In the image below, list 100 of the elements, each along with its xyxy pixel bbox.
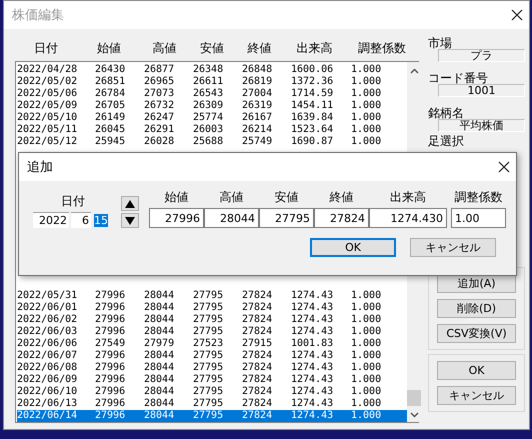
table-cell-text: 25945 xyxy=(95,136,126,148)
table-cell-text: 26732 xyxy=(144,100,176,112)
table-cell-text: 25749 xyxy=(242,136,274,148)
column-header: 始値 xyxy=(96,40,122,56)
field-label: 始値 xyxy=(164,190,188,204)
table-cell-text: 27523 xyxy=(193,338,224,350)
table-cell-text: 1274.43 xyxy=(291,410,334,422)
table-cell-text: 1274.43 xyxy=(291,326,334,338)
table-cell-text: 28044 xyxy=(144,410,176,422)
table-cell-text: 2022/06/07 xyxy=(17,350,78,362)
table-cell-text: 26965 xyxy=(144,76,176,88)
table-cell-text: 1001.83 xyxy=(291,338,334,350)
table-cell-text: 27795 xyxy=(193,386,224,398)
field-label: 市場 xyxy=(428,37,453,49)
table-cell-text: 26045 xyxy=(95,124,126,136)
table-cell-text: 27996 xyxy=(95,290,126,302)
table-cell-text: 27824 xyxy=(242,362,274,374)
table-cell-text: 2022/06/01 xyxy=(17,302,78,314)
table-cell-text: 26291 xyxy=(144,124,176,136)
table-cell-text: 1.000 xyxy=(351,326,382,338)
table-cell-text: 27824 xyxy=(242,398,274,410)
table-cell-text: 27824 xyxy=(242,326,274,338)
table-cell-text: 27996 xyxy=(95,386,126,398)
table-cell-text: 2022/06/06 xyxy=(17,338,78,350)
table-cell-text: 26543 xyxy=(193,88,224,100)
table-cell-text: 26848 xyxy=(242,64,274,76)
table-cell-text: 27824 xyxy=(242,410,274,422)
table-cell-text: 1.000 xyxy=(351,386,382,398)
table-cell-text: 1.000 xyxy=(351,362,382,374)
table-cell-text: 2022/05/09 xyxy=(17,100,78,112)
table-cell-text: 27795 xyxy=(193,350,224,362)
table-cell-text: 2022/05/06 xyxy=(17,88,78,100)
table-cell-text: 1.000 xyxy=(351,88,382,100)
table-cell-text: 1.000 xyxy=(351,302,382,314)
dialog-title: 追加 xyxy=(27,159,53,176)
table-cell-text: 27795 xyxy=(193,290,224,302)
table-cell-text: 1639.84 xyxy=(291,112,334,124)
column-header: 安値 xyxy=(199,40,226,56)
field-label: 出来高 xyxy=(390,190,426,204)
table-cell-text: 27979 xyxy=(144,338,176,350)
table-cell-text: 1600.06 xyxy=(291,64,334,76)
column-header: 調整係数 xyxy=(357,40,408,56)
table-cell-text: 27795 xyxy=(193,362,224,374)
field-label: 足選択 xyxy=(428,135,465,147)
table-cell-text: 2022/06/13 xyxy=(17,398,78,410)
table-cell-text: 26705 xyxy=(95,100,126,112)
table-cell-text: 27996 xyxy=(95,374,126,386)
table-cell-text: 1372.36 xyxy=(291,76,334,88)
table-cell-text: 28044 xyxy=(144,386,176,398)
field-label: 銘柄名 xyxy=(428,107,465,119)
table-cell-text: 1.000 xyxy=(351,374,382,386)
table-cell-text: 26784 xyxy=(95,88,126,100)
table-cell-text: 1274.43 xyxy=(291,374,334,386)
table-cell-text: 26319 xyxy=(242,100,274,112)
field-label: 安値 xyxy=(274,190,298,204)
column-header: 高値 xyxy=(152,40,178,56)
readonly-field: 平均株価 xyxy=(438,119,525,132)
table-cell-text: 1.000 xyxy=(351,124,382,136)
table-cell-text: 2022/04/28 xyxy=(17,64,78,76)
table-cell-text: 1274.43 xyxy=(291,362,334,374)
table-cell-text: 27996 xyxy=(95,314,126,326)
table-cell-text: 27073 xyxy=(144,88,176,100)
table-cell-text: 27824 xyxy=(242,374,274,386)
table-cell-text: 1.000 xyxy=(351,314,382,326)
table-cell-text: 26348 xyxy=(193,64,224,76)
table-cell-text: 28044 xyxy=(144,374,176,386)
readonly-field: プラ xyxy=(438,49,525,62)
field-label: 高値 xyxy=(220,190,244,204)
table-cell-text: 1274.43 xyxy=(291,398,334,410)
table-cell-text: 2022/06/14 xyxy=(17,410,78,422)
table-cell-text: 1.000 xyxy=(351,350,382,362)
table-cell-text: 27004 xyxy=(242,88,274,100)
table-cell-text: 27996 xyxy=(95,350,126,362)
table-cell-text: 28044 xyxy=(144,362,176,374)
table-cell-text: 27795 xyxy=(193,314,224,326)
table-cell-text: 27795 xyxy=(193,302,224,314)
table-cell-text: 26149 xyxy=(95,112,126,124)
table-cell-text: 28044 xyxy=(144,398,176,410)
table-cell-text: 26003 xyxy=(193,124,224,136)
table-cell-text: 1.000 xyxy=(351,112,382,124)
table-cell-text: 27824 xyxy=(242,302,274,314)
table-cell-text: 27795 xyxy=(193,326,224,338)
table-cell-text: 27996 xyxy=(95,362,126,374)
table-cell-text: 27996 xyxy=(95,302,126,314)
table-cell-text: 2022/05/11 xyxy=(17,124,78,136)
table-cell-text: 2022/05/12 xyxy=(17,136,78,148)
table-cell-text: 28044 xyxy=(144,326,176,338)
table-cell-text: 26028 xyxy=(144,136,176,148)
table-cell-text: 26851 xyxy=(95,76,126,88)
table-cell-text: 2022/05/10 xyxy=(17,112,78,124)
table-cell-text: 1714.59 xyxy=(291,88,334,100)
table-cell-text: 1274.43 xyxy=(291,350,334,362)
table-cell-text: 1274.43 xyxy=(291,290,334,302)
table-cell-text: 27795 xyxy=(193,398,224,410)
table-cell-text: 26819 xyxy=(242,76,274,88)
field-label: 終値 xyxy=(330,190,354,204)
table-cell-text: 2022/06/03 xyxy=(17,326,78,338)
table-cell-text: 1.000 xyxy=(351,290,382,302)
table-cell-text: 27824 xyxy=(242,386,274,398)
table-cell-text: 25688 xyxy=(193,136,224,148)
